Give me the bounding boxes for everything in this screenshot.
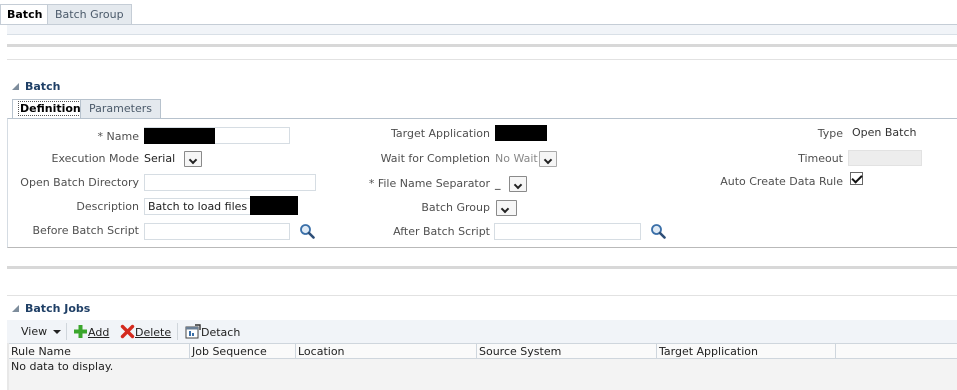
chevron-down-icon[interactable] — [496, 200, 517, 216]
detach-window-icon — [185, 324, 201, 339]
batch-jobs-toolbar: View Add Delete Detach — [7, 320, 957, 343]
batch-section-header[interactable]: Batch — [12, 80, 60, 94]
batch-group-label: Batch Group — [421, 201, 490, 214]
column-header-target-application[interactable]: Target Application — [657, 344, 836, 359]
add-button[interactable]: Add — [73, 324, 109, 340]
toolbar-separator — [177, 323, 178, 340]
toolbar-separator — [66, 323, 67, 340]
wait-for-completion-label: Wait for Completion — [380, 152, 490, 165]
wait-for-completion-value: No Wait — [495, 152, 538, 165]
target-application-label: Target Application — [391, 127, 490, 140]
caret-down-icon — [52, 330, 61, 334]
column-header-location[interactable]: Location — [296, 344, 477, 359]
delete-button-label: Delete — [135, 326, 172, 339]
execution-mode-value: Serial — [144, 152, 176, 165]
type-label: Type — [817, 127, 843, 140]
chevron-down-icon[interactable] — [509, 176, 527, 192]
red-x-icon — [120, 324, 135, 339]
file-name-separator-select[interactable]: _ — [495, 176, 527, 193]
batch-section-title: Batch — [25, 80, 61, 93]
file-name-separator-value: _ — [495, 177, 501, 190]
tab-batch[interactable]: Batch — [0, 4, 51, 25]
batch-jobs-table-header: Rule Name Job Sequence Location Source S… — [9, 343, 957, 359]
splitter-bar[interactable] — [7, 44, 957, 47]
batch-group-select[interactable] — [496, 200, 517, 217]
detach-button-label: Detach — [201, 326, 241, 339]
before-batch-script-label: Before Batch Script — [32, 224, 139, 237]
tab-definition[interactable]: Definition — [12, 99, 89, 119]
batch-jobs-table-body: No data to display. — [9, 359, 957, 390]
name-label: * Name — [97, 130, 139, 143]
magnifier-icon[interactable] — [299, 223, 315, 239]
auto-create-data-rule-label: Auto Create Data Rule — [720, 175, 843, 188]
type-value: Open Batch — [852, 126, 917, 139]
divider — [7, 59, 957, 60]
tab-batch-group[interactable]: Batch Group — [47, 4, 132, 25]
chevron-down-icon[interactable] — [184, 151, 202, 167]
open-batch-directory-label: Open Batch Directory — [20, 176, 139, 189]
timeout-label: Timeout — [798, 152, 843, 165]
column-header-job-sequence[interactable]: Job Sequence — [190, 344, 296, 359]
magnifier-icon[interactable] — [650, 223, 666, 239]
execution-mode-select[interactable]: Serial — [144, 151, 202, 168]
after-batch-script-label: After Batch Script — [393, 225, 490, 238]
delete-button[interactable]: Delete — [120, 324, 171, 340]
redaction-block — [144, 128, 215, 144]
after-batch-script-field[interactable] — [494, 223, 641, 240]
chevron-down-icon[interactable] — [539, 151, 557, 167]
file-name-separator-label: * File Name Separator — [368, 177, 490, 190]
description-label: Description — [76, 200, 139, 213]
view-menu[interactable]: View — [21, 324, 61, 340]
execution-mode-label: Execution Mode — [51, 152, 139, 165]
column-header-rule-name[interactable]: Rule Name — [9, 344, 190, 359]
tab-definition-label: Definition — [18, 101, 83, 116]
batch-jobs-section-title: Batch Jobs — [25, 302, 91, 315]
redaction-block — [250, 196, 298, 215]
top-panel-band — [7, 25, 957, 35]
view-menu-label: View — [21, 325, 48, 338]
column-header-source-system[interactable]: Source System — [477, 344, 657, 359]
batch-jobs-section-header[interactable]: Batch Jobs — [12, 302, 90, 316]
redaction-block — [495, 125, 547, 141]
divider — [7, 295, 957, 296]
timeout-field — [848, 150, 922, 166]
splitter-bar[interactable] — [7, 266, 957, 269]
empty-table-message: No data to display. — [11, 360, 114, 373]
auto-create-data-rule-checkbox[interactable] — [850, 172, 863, 185]
add-button-label: Add — [88, 326, 110, 339]
tab-parameters[interactable]: Parameters — [80, 99, 161, 119]
detach-button[interactable]: Detach — [185, 324, 240, 340]
before-batch-script-field[interactable] — [144, 223, 290, 240]
plus-icon — [74, 325, 87, 338]
disclosure-triangle-icon[interactable] — [12, 83, 19, 90]
wait-for-completion-select[interactable]: No Wait — [495, 151, 557, 168]
disclosure-triangle-icon[interactable] — [12, 305, 19, 312]
open-batch-directory-field[interactable] — [144, 174, 316, 191]
